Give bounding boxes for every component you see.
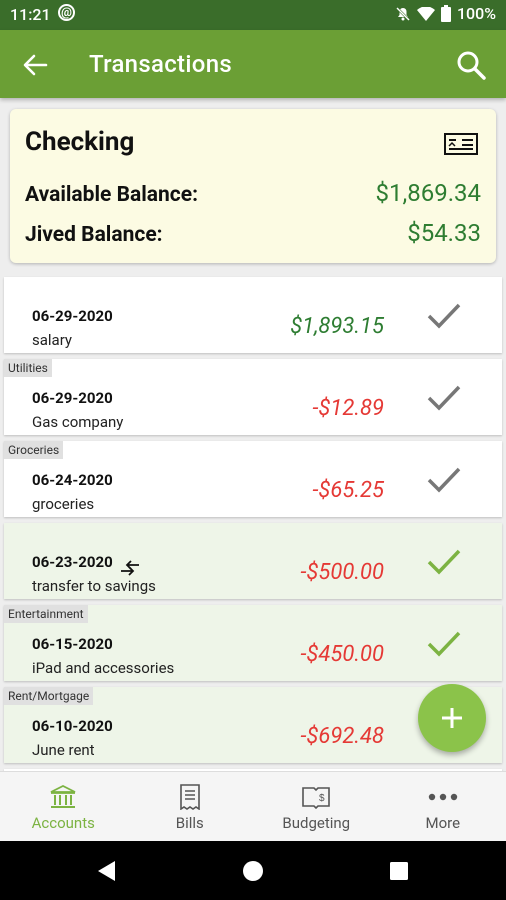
transaction-row[interactable]: Groceries 06-24-2020 groceries -$65.25 [4, 441, 502, 517]
at-sign-icon: @ [58, 4, 75, 21]
nav-accounts[interactable]: Accounts [0, 772, 127, 842]
battery-percent: 100% [456, 4, 496, 23]
page-title: Transactions [89, 50, 232, 78]
transaction-date: 06-29-2020 [32, 389, 113, 407]
app-bar: Transactions [0, 30, 506, 98]
nav-accounts-label: Accounts [31, 814, 95, 832]
transaction-description: transfer to savings [32, 577, 156, 595]
notifications-off-icon [396, 6, 410, 21]
status-time: 11:21 [10, 5, 51, 24]
transaction-description: groceries [32, 495, 95, 513]
transaction-description: iPad and accessories [32, 659, 175, 677]
status-icons: 100% [395, 4, 496, 23]
transaction-description: Gas company [32, 413, 124, 431]
more-dots-icon [428, 793, 457, 801]
budget-book-icon: $ [302, 787, 331, 810]
transaction-amount: -$450.00 [300, 642, 384, 667]
back-arrow-icon[interactable] [22, 52, 48, 78]
transaction-date: 06-24-2020 [32, 471, 113, 489]
transaction-row[interactable]: 06-29-2020 salary $1,893.15 [4, 277, 502, 353]
nav-more-label: More [425, 814, 461, 832]
system-home-icon[interactable] [241, 859, 265, 883]
transaction-amount: $1,893.15 [290, 314, 384, 339]
search-icon[interactable] [456, 50, 486, 80]
jived-balance-label: Jived Balance: [25, 223, 163, 247]
transaction-date: 06-15-2020 [32, 635, 113, 653]
wifi-icon [416, 6, 435, 21]
system-navigation-bar [0, 841, 506, 900]
transaction-category: Groceries [4, 441, 64, 459]
pending-check-icon[interactable] [426, 301, 462, 331]
transaction-description: June rent [32, 741, 95, 759]
transaction-date: 06-10-2020 [32, 717, 113, 735]
jived-balance-value: $54.33 [407, 219, 481, 247]
transaction-row[interactable]: Utilities 06-29-2020 Gas company -$12.89 [4, 359, 502, 435]
pending-check-icon[interactable] [426, 465, 462, 495]
transaction-category: Entertainment [4, 605, 88, 623]
transaction-amount: -$65.25 [312, 478, 384, 503]
nav-budgeting[interactable]: $ Budgeting [253, 772, 380, 842]
transaction-date: 06-23-2020 [32, 553, 113, 571]
transaction-amount: -$692.48 [300, 724, 384, 749]
account-card-icon[interactable] [444, 133, 478, 155]
nav-bills-label: Bills [175, 814, 204, 832]
cleared-check-icon[interactable] [426, 629, 462, 659]
transaction-amount: -$12.89 [312, 396, 384, 421]
transaction-category: Rent/Mortgage [4, 687, 94, 705]
cleared-check-icon[interactable] [426, 547, 462, 577]
status-bar: 11:21 @ 100% [0, 0, 506, 30]
transaction-row[interactable]: 06-23-2020 transfer to savings -$500.00 [4, 523, 502, 599]
account-name: Checking [25, 127, 135, 157]
system-recents-icon[interactable] [389, 861, 409, 881]
transaction-category: Utilities [4, 359, 52, 377]
transfer-icon [121, 560, 139, 576]
bank-icon [50, 784, 76, 808]
bottom-navigation: Accounts Bills $ Budgeting More [0, 771, 506, 842]
nav-budgeting-label: Budgeting [282, 814, 351, 832]
nav-bills[interactable]: Bills [127, 772, 254, 842]
transaction-date: 06-29-2020 [32, 307, 113, 325]
account-summary-card[interactable]: Checking Available Balance: $1,869.34 Ji… [10, 109, 496, 263]
bill-icon [179, 784, 200, 810]
battery-icon [440, 5, 451, 22]
svg-text:$: $ [319, 793, 325, 804]
plus-icon [442, 708, 462, 728]
available-balance-value: $1,869.34 [375, 179, 481, 207]
pending-check-icon[interactable] [426, 383, 462, 413]
transaction-amount: -$500.00 [300, 560, 384, 585]
system-back-icon[interactable] [95, 859, 117, 883]
transaction-description: salary [32, 331, 73, 349]
transaction-row[interactable]: Entertainment 06-15-2020 iPad and access… [4, 605, 502, 681]
add-transaction-button[interactable] [418, 684, 486, 752]
nav-more[interactable]: More [380, 772, 506, 842]
available-balance-label: Available Balance: [25, 183, 199, 207]
